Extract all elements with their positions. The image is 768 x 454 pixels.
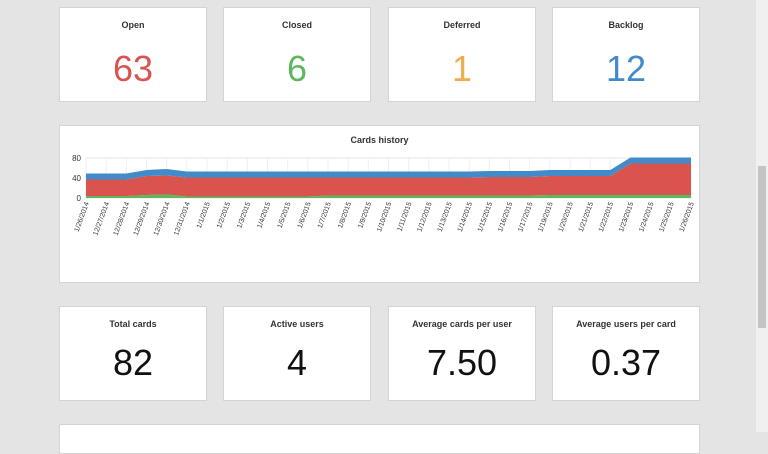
stat-value: 0.37 xyxy=(590,342,662,383)
stat-label: Active users xyxy=(270,319,324,329)
x-tick-label: 1/13/2015 xyxy=(437,201,454,233)
x-tick-label: 1/20/2015 xyxy=(558,201,575,233)
x-tick-label: 1/25/2015 xyxy=(658,201,675,233)
x-tick-label: 1/12/2015 xyxy=(416,201,433,233)
y-tick-label: 40 xyxy=(72,174,81,183)
stat-card-total-cards: Total cards 82 xyxy=(59,306,207,401)
x-tick-label: 12/30/2014 xyxy=(153,201,172,236)
stat-label: Average cards per user xyxy=(412,319,512,329)
stat-value: 1 xyxy=(451,48,473,89)
x-tick-label: 1/19/2015 xyxy=(537,201,554,233)
x-tick-label: 1/26/2015 xyxy=(679,201,696,233)
stat-label: Backlog xyxy=(608,20,644,30)
x-tick-label: 1/15/2015 xyxy=(477,201,494,233)
cards-history-chart: 0 40 80 1/26/2014 12/27/2014 12/28/2014 12/29/… xyxy=(72,154,696,237)
stat-label: Deferred xyxy=(443,20,481,30)
x-tick-label: 1/23/2015 xyxy=(618,201,635,233)
stat-label: Total cards xyxy=(109,319,157,329)
stat-card-active-users: Active users 4 xyxy=(223,306,371,401)
scrollbar-thumb[interactable] xyxy=(758,166,766,328)
stat-card-closed: Closed 6 xyxy=(223,7,371,102)
x-tick-label: 1/11/2015 xyxy=(396,201,413,232)
y-tick-label: 0 xyxy=(77,194,82,203)
x-tick-label: 1/17/2015 xyxy=(517,201,534,233)
y-tick-label: 80 xyxy=(72,154,81,163)
stat-value: 63 xyxy=(112,48,154,89)
stat-card-avg-users-per-card: Average users per card 0.37 xyxy=(552,306,700,401)
x-tick-label: 1/21/2015 xyxy=(578,201,595,233)
x-tick-label: 12/29/2014 xyxy=(133,201,152,236)
x-tick-label: 1/6/2015 xyxy=(297,201,313,229)
stat-card-backlog: Backlog 12 xyxy=(552,7,700,102)
stat-label: Closed xyxy=(281,20,312,30)
x-tick-label: 1/3/2015 xyxy=(236,201,252,229)
stat-label: Open xyxy=(121,20,145,30)
x-tick-label: 1/24/2015 xyxy=(638,201,655,233)
x-tick-label: 12/28/2014 xyxy=(113,201,132,236)
stat-card-deferred: Deferred 1 xyxy=(388,7,536,102)
x-tick-label: 1/2/2015 xyxy=(216,201,232,229)
x-tick-label: 1/8/2015 xyxy=(337,201,353,229)
x-tick-label: 1/14/2015 xyxy=(457,201,474,233)
x-tick-label: 1/16/2015 xyxy=(497,201,514,233)
x-tick-label: 1/9/2015 xyxy=(357,201,373,229)
stat-card-open: Open 63 xyxy=(59,7,207,102)
stat-label: Average users per card xyxy=(576,319,676,329)
stat-value: 7.50 xyxy=(426,342,498,383)
x-tick-label: 12/27/2014 xyxy=(92,201,111,236)
stat-value: 12 xyxy=(605,48,647,89)
x-tick-label: 12/31/2014 xyxy=(173,201,192,236)
x-tick-label: 1/7/2015 xyxy=(317,201,333,229)
x-tick-label: 1/4/2015 xyxy=(256,201,272,229)
stat-value: 4 xyxy=(286,342,308,383)
x-tick-label: 1/26/2014 xyxy=(74,201,91,233)
stat-value: 6 xyxy=(286,48,308,89)
x-tick-label: 1/1/2015 xyxy=(196,201,212,229)
stat-card-avg-cards-per-user: Average cards per user 7.50 xyxy=(388,306,536,401)
page-scrollbar[interactable] xyxy=(756,0,768,432)
chart-card: Cards history 0 40 80 1/26/2014 12/27/2014 12… xyxy=(59,125,700,283)
x-tick-label: 1/5/2015 xyxy=(277,201,293,229)
stat-value: 82 xyxy=(112,342,154,383)
next-panel xyxy=(59,424,700,454)
x-tick-label: 1/22/2015 xyxy=(598,201,615,233)
x-tick-label: 1/10/2015 xyxy=(376,201,393,233)
